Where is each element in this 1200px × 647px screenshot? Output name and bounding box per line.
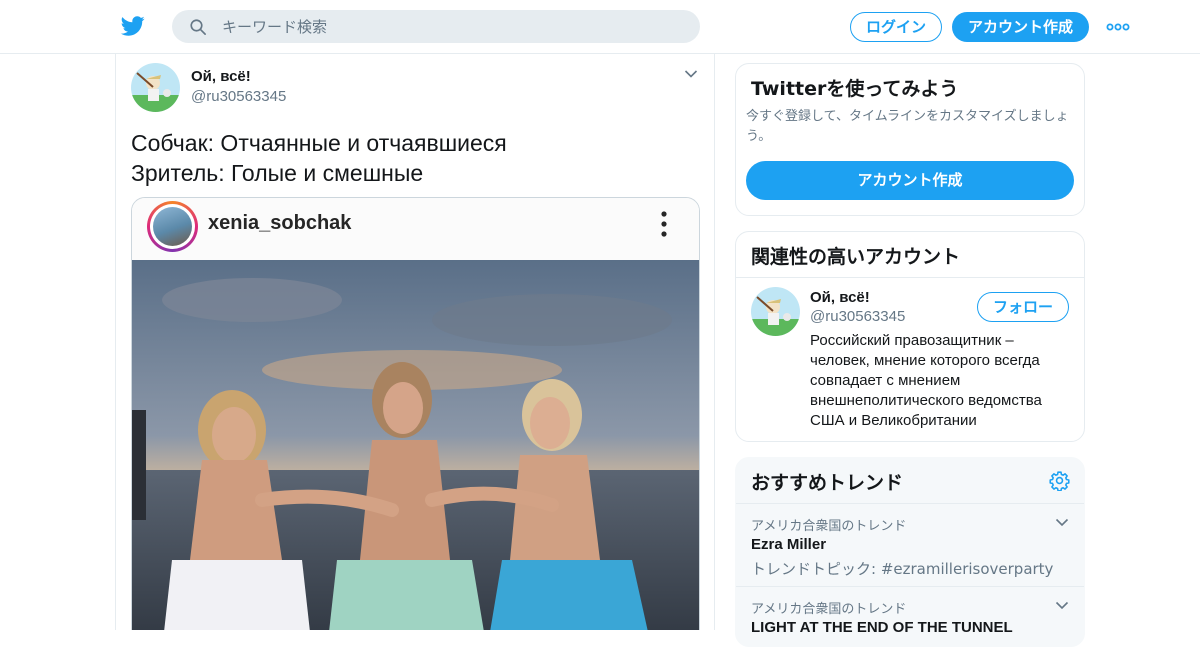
avatar[interactable] bbox=[131, 63, 180, 112]
signup-card-description: 今すぐ登録して、タイムラインをカスタマイズしましょう。 bbox=[746, 109, 1069, 144]
chevron-down-icon[interactable] bbox=[1055, 601, 1069, 610]
top-navigation-bar: ログイン アカウント作成 bbox=[0, 0, 1200, 54]
tweet-text: Собчак: Отчаянные и отчаявшиеся Зритель:… bbox=[131, 130, 507, 186]
avatar[interactable] bbox=[751, 287, 800, 336]
tweet-author-handle[interactable]: @ru30563345 bbox=[191, 88, 286, 105]
tweet-photo bbox=[132, 260, 699, 630]
trend-topic: トレンドトピック: #ezramillerisoverparty bbox=[751, 560, 1054, 578]
search-icon bbox=[190, 19, 206, 35]
signup-button[interactable]: アカウント作成 bbox=[952, 12, 1089, 42]
trend-location: アメリカ合衆国のトレンド bbox=[751, 602, 907, 617]
avatar-image bbox=[131, 63, 180, 112]
divider bbox=[736, 277, 1084, 278]
instagram-post-header: xenia_sobchak bbox=[132, 198, 699, 260]
trends-title: おすすめトレンド bbox=[751, 472, 904, 494]
avatar-image bbox=[751, 287, 800, 336]
signup-card: Twitterを使ってみよう 今すぐ登録して、タイムラインをカスタマイズしましょ… bbox=[735, 63, 1085, 216]
follow-button[interactable]: フォロー bbox=[977, 292, 1069, 322]
vertical-dots-icon bbox=[661, 211, 667, 237]
search-box[interactable] bbox=[172, 10, 700, 43]
tweet-author-name[interactable]: Ой, всё! bbox=[191, 68, 251, 85]
chevron-down-icon[interactable] bbox=[684, 69, 698, 79]
relevant-accounts-title: 関連性の高いアカウント bbox=[751, 246, 961, 268]
login-button[interactable]: ログイン bbox=[850, 12, 942, 42]
trend-name[interactable]: Ezra Miller bbox=[751, 536, 826, 553]
chevron-down-icon[interactable] bbox=[1055, 518, 1069, 527]
trend-location: アメリカ合衆国のトレンド bbox=[751, 519, 907, 534]
account-name[interactable]: Ой, всё! bbox=[810, 289, 870, 306]
divider bbox=[736, 503, 1084, 504]
search-input[interactable] bbox=[222, 10, 682, 43]
account-bio: Российский правозащитник – человек, мнен… bbox=[810, 332, 1042, 429]
tweet-media[interactable]: xenia_sobchak bbox=[131, 197, 700, 630]
relevant-accounts-card: 関連性の高いアカウント Ой, всё! @ru30563345 フォロー Ро… bbox=[735, 231, 1085, 442]
trends-card: おすすめトレンド アメリカ合衆国のトレンド Ezra Miller トレンドトピ… bbox=[735, 457, 1085, 647]
tweet-column: Ой, всё! @ru30563345 Собчак: Отчаянные и… bbox=[115, 54, 715, 630]
signup-card-title: Twitterを使ってみよう bbox=[751, 78, 959, 100]
trend-name[interactable]: LIGHT AT THE END OF THE TUNNEL bbox=[751, 619, 1013, 636]
twitter-bird-icon[interactable] bbox=[120, 14, 146, 38]
more-dots-icon[interactable] bbox=[1106, 18, 1130, 36]
signup-card-button[interactable]: アカウント作成 bbox=[746, 161, 1074, 200]
instagram-avatar bbox=[147, 201, 198, 252]
divider bbox=[736, 586, 1084, 587]
account-handle[interactable]: @ru30563345 bbox=[810, 308, 905, 325]
gear-icon[interactable] bbox=[1049, 470, 1070, 491]
instagram-username: xenia_sobchak bbox=[208, 212, 352, 234]
